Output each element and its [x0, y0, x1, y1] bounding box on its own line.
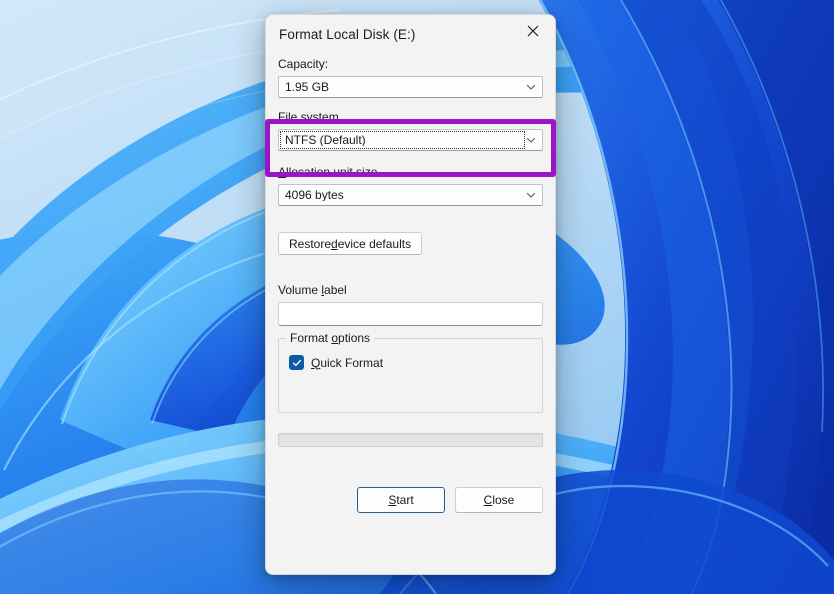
- checkmark-icon: [292, 359, 301, 366]
- quick-format-accel: Q: [311, 355, 321, 370]
- chevron-down-icon: [526, 192, 536, 198]
- volume-label-input[interactable]: [278, 302, 543, 326]
- dialog-titlebar: Format Local Disk (E:): [266, 15, 555, 57]
- close-icon: [527, 25, 539, 37]
- quick-format-checkbox[interactable]: [289, 355, 304, 370]
- capacity-value: 1.95 GB: [285, 81, 330, 93]
- dialog-body: Capacity: 1.95 GB File system NTFS (Defa…: [266, 57, 555, 513]
- close-label-rest: lose: [492, 493, 515, 507]
- allocation-unit-size-field: Allocation unit size 4096 bytes: [278, 165, 543, 206]
- close-dialog-button[interactable]: Close: [455, 487, 543, 513]
- dialog-footer: Start Close: [278, 487, 543, 513]
- progress-row: [278, 433, 543, 447]
- quick-format-label: Quick Format: [311, 356, 383, 370]
- file-system-value: NTFS (Default): [285, 134, 366, 146]
- restore-label-pre: Restore: [289, 236, 332, 251]
- capacity-label: Capacity:: [278, 57, 329, 71]
- chevron-down-icon: [526, 84, 536, 90]
- file-system-label: File system: [278, 110, 543, 124]
- start-button[interactable]: Start: [357, 487, 445, 513]
- allocation-unit-size-value: 4096 bytes: [285, 189, 344, 201]
- chevron-down-icon: [526, 137, 536, 143]
- capacity-dropdown[interactable]: 1.95 GB: [278, 76, 543, 98]
- allocation-label-accel: A: [278, 165, 287, 179]
- allocation-unit-size-label: Allocation unit size: [278, 165, 543, 179]
- allocation-unit-size-dropdown[interactable]: 4096 bytes: [278, 184, 543, 206]
- file-system-field: File system NTFS (Default): [278, 110, 543, 151]
- restore-device-defaults-button[interactable]: Restore d evice defaults: [278, 232, 423, 255]
- dialog-title: Format Local Disk (E:): [279, 27, 416, 42]
- start-label-rest: tart: [396, 493, 414, 507]
- file-system-label-rest: ile system: [285, 110, 339, 124]
- format-options-legend: Format options: [286, 331, 375, 345]
- allocation-label-rest: llocation unit size: [286, 165, 378, 179]
- restore-defaults-row: Restore d evice defaults: [278, 232, 543, 255]
- volume-label-label: Volume label: [278, 283, 543, 297]
- format-options-legend-pre: Format: [290, 331, 332, 345]
- file-system-dropdown[interactable]: NTFS (Default): [278, 129, 543, 151]
- close-button[interactable]: [511, 15, 555, 47]
- close-accel: C: [483, 493, 493, 507]
- format-dialog: Format Local Disk (E:) Capacity: 1.95 GB: [265, 14, 556, 575]
- restore-label-accel: d: [331, 236, 338, 251]
- quick-format-label-rest: uick Format: [320, 355, 384, 370]
- format-progress-bar: [278, 433, 543, 447]
- format-options-legend-post: ptions: [338, 331, 371, 345]
- capacity-field: Capacity: 1.95 GB: [278, 57, 543, 98]
- format-options-group: Format options Quick Format: [278, 332, 543, 413]
- desktop-screen: Format Local Disk (E:) Capacity: 1.95 GB: [0, 0, 834, 594]
- volume-label-pre: Volume: [278, 283, 322, 297]
- restore-label-post: evice defaults: [337, 236, 412, 251]
- volume-label-field: Volume label: [278, 283, 543, 326]
- volume-label-post: abel: [324, 283, 347, 297]
- start-accel: S: [388, 493, 397, 507]
- quick-format-row[interactable]: Quick Format: [289, 355, 532, 370]
